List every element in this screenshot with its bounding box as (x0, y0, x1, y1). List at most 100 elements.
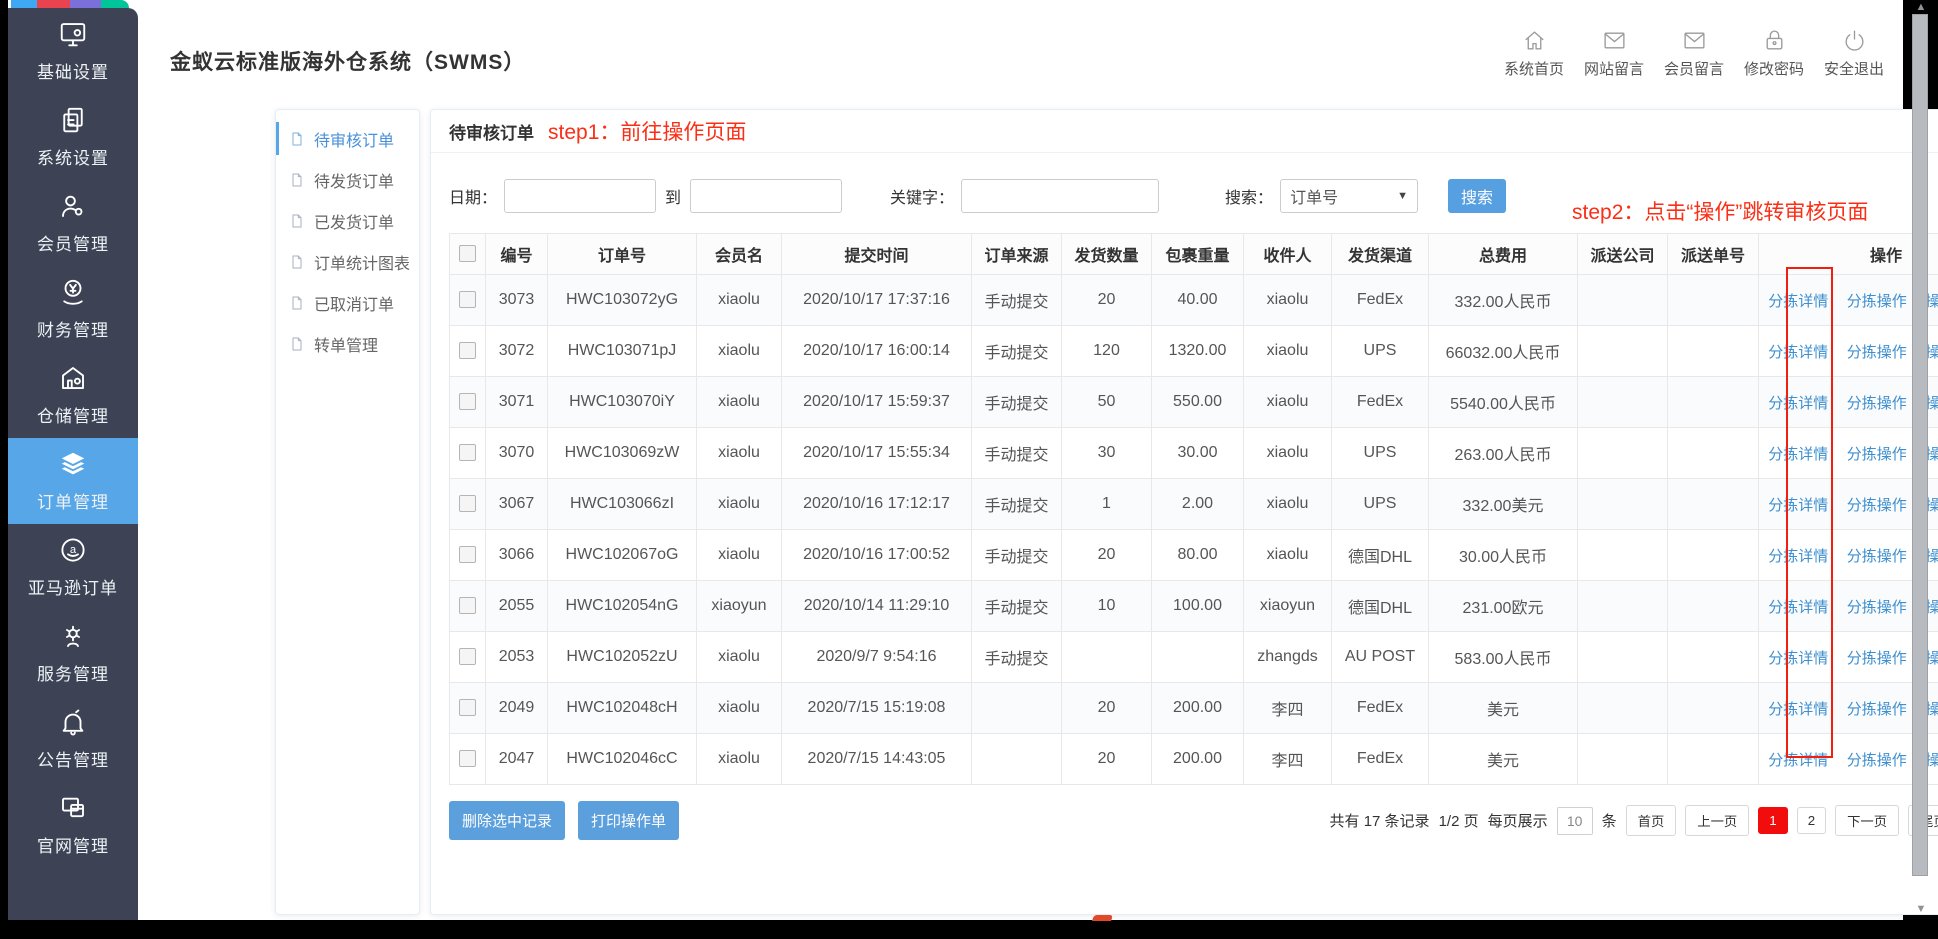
mail-icon (1682, 28, 1707, 53)
sidebar-item[interactable]: 系统设置 (8, 94, 138, 180)
action-sort-operate-link[interactable]: 分拣操作 (1845, 341, 1909, 362)
row-checkbox[interactable] (459, 291, 476, 308)
action-sort-operate-link[interactable]: 分拣操作 (1845, 545, 1909, 566)
cell-recipient: 李四 (1244, 683, 1332, 734)
action-sort-operate-link[interactable]: 分拣操作 (1845, 290, 1909, 311)
submenu-item[interactable]: 订单统计图表 (276, 241, 419, 282)
sidebar: 基础设置 系统设置 会员管理 财务管理 仓储管理 订单管理 a 亚马逊订单 服务… (8, 8, 138, 920)
cell-weight: 100.00 (1152, 581, 1244, 632)
row-checkbox[interactable] (459, 444, 476, 461)
action-sort-operate-link[interactable]: 分拣操作 (1845, 698, 1909, 719)
cell-id: 3071 (486, 377, 548, 428)
sidebar-item[interactable]: 公告管理 (8, 696, 138, 782)
prev-page-button[interactable]: 上一页 (1685, 805, 1749, 836)
row-checkbox[interactable] (459, 495, 476, 512)
sidebar-item[interactable]: 订单管理 (8, 438, 138, 524)
topnav-item[interactable]: 修改密码 (1743, 28, 1805, 79)
submenu-item[interactable]: 已发货订单 (276, 200, 419, 241)
action-sort-detail-link[interactable]: 分拣详情 (1766, 443, 1830, 464)
action-sort-detail-link[interactable]: 分拣详情 (1766, 392, 1830, 413)
warehouse-icon (58, 363, 88, 393)
row-checkbox[interactable] (459, 648, 476, 665)
cell-qty: 20 (1062, 734, 1152, 785)
row-checkbox[interactable] (459, 699, 476, 716)
vertical-scrollbar[interactable] (1912, 14, 1928, 876)
action-sort-detail-link[interactable]: 分拣详情 (1766, 545, 1830, 566)
topnav-item[interactable]: 网站留言 (1583, 28, 1645, 79)
action-sort-operate-link[interactable]: 分拣操作 (1845, 749, 1909, 770)
action-sort-operate-link[interactable]: 分拣操作 (1845, 494, 1909, 515)
search-type-select[interactable]: 订单号 ▼ (1280, 179, 1418, 213)
sidebar-item-label: 系统设置 (37, 144, 109, 169)
submenu-item[interactable]: 转单管理 (276, 323, 419, 364)
delete-selected-button[interactable]: 删除选中记录 (449, 801, 565, 840)
submenu-item[interactable]: 待发货订单 (276, 159, 419, 200)
action-sort-detail-link[interactable]: 分拣详情 (1766, 341, 1830, 362)
submenu-item-label: 已取消订单 (314, 291, 394, 315)
row-checkbox[interactable] (459, 750, 476, 767)
action-sort-detail-link[interactable]: 分拣详情 (1766, 290, 1830, 311)
cell-total-cost: 30.00人民币 (1429, 530, 1578, 581)
cell-order-no: HWC102054nG (548, 581, 697, 632)
submenu-item[interactable]: 已取消订单 (276, 282, 419, 323)
topnav-item[interactable]: 安全退出 (1823, 28, 1885, 79)
cell-delivery-no (1668, 275, 1759, 326)
cell-recipient: xiaolu (1244, 377, 1332, 428)
member-icon (58, 191, 88, 221)
sidebar-item[interactable]: 基础设置 (8, 8, 138, 94)
page-button-2[interactable]: 2 (1797, 807, 1826, 834)
date-to-input[interactable] (690, 179, 842, 213)
next-page-button[interactable]: 下一页 (1835, 805, 1899, 836)
cell-total-cost: 332.00美元 (1429, 479, 1578, 530)
page-button-1[interactable]: 1 (1758, 807, 1787, 834)
scroll-up-icon[interactable]: ▲ (1913, 1, 1929, 13)
per-page-input[interactable] (1557, 807, 1593, 835)
top-nav: 系统首页 网站留言 会员留言 修改密码 安全退出 (1503, 28, 1885, 79)
action-sort-detail-link[interactable]: 分拣详情 (1766, 749, 1830, 770)
cell-id: 3070 (486, 428, 548, 479)
cell-id: 3072 (486, 326, 548, 377)
home-icon (1522, 28, 1547, 53)
cell-source (972, 683, 1062, 734)
first-page-button[interactable]: 首页 (1626, 805, 1677, 836)
topnav-item[interactable]: 系统首页 (1503, 28, 1565, 79)
action-sort-detail-link[interactable]: 分拣详情 (1766, 647, 1830, 668)
tab-pending-review-orders[interactable]: 待审核订单 (449, 119, 534, 144)
search-button[interactable]: 搜索 (1448, 179, 1506, 213)
row-checkbox[interactable] (459, 597, 476, 614)
col-header: 派送公司 (1578, 234, 1668, 275)
action-sort-operate-link[interactable]: 分拣操作 (1845, 596, 1909, 617)
row-checkbox[interactable] (459, 393, 476, 410)
scroll-down-icon[interactable]: ▼ (1913, 903, 1929, 915)
action-sort-operate-link[interactable]: 分拣操作 (1845, 392, 1909, 413)
action-sort-detail-link[interactable]: 分拣详情 (1766, 596, 1830, 617)
cell-member: xiaolu (697, 632, 782, 683)
sidebar-item-label: 官网管理 (37, 832, 109, 857)
action-sort-operate-link[interactable]: 分拣操作 (1845, 443, 1909, 464)
select-all-checkbox[interactable] (459, 245, 476, 262)
sidebar-item-label: 仓储管理 (37, 402, 109, 427)
action-sort-detail-link[interactable]: 分拣详情 (1766, 698, 1830, 719)
sidebar-item[interactable]: a 亚马逊订单 (8, 524, 138, 610)
row-checkbox[interactable] (459, 546, 476, 563)
sidebar-item[interactable]: 财务管理 (8, 266, 138, 352)
cell-delivery-company (1578, 377, 1668, 428)
sidebar-item[interactable]: 服务管理 (8, 610, 138, 696)
date-label: 日期： (449, 184, 497, 208)
action-sort-operate-link[interactable]: 分拣操作 (1845, 647, 1909, 668)
submenu-item[interactable]: 待审核订单 (276, 118, 419, 159)
print-operation-sheet-button[interactable]: 打印操作单 (578, 801, 679, 840)
topnav-item[interactable]: 会员留言 (1663, 28, 1725, 79)
sidebar-item[interactable]: 官网管理 (8, 782, 138, 868)
date-from-input[interactable] (504, 179, 656, 213)
table-row: 3067 HWC103066zI xiaolu 2020/10/16 17:12… (450, 479, 1938, 530)
row-checkbox[interactable] (459, 342, 476, 359)
action-sort-detail-link[interactable]: 分拣详情 (1766, 494, 1830, 515)
svg-text:a: a (70, 544, 77, 556)
per-page-unit: 条 (1602, 810, 1617, 831)
keyword-input[interactable] (961, 179, 1159, 213)
cell-delivery-company (1578, 428, 1668, 479)
main-area: 金蚁云标准版海外仓系统（SWMS） 系统首页 网站留言 会员留言 修改密码 安全… (138, 0, 1903, 920)
sidebar-item[interactable]: 会员管理 (8, 180, 138, 266)
sidebar-item[interactable]: 仓储管理 (8, 352, 138, 438)
